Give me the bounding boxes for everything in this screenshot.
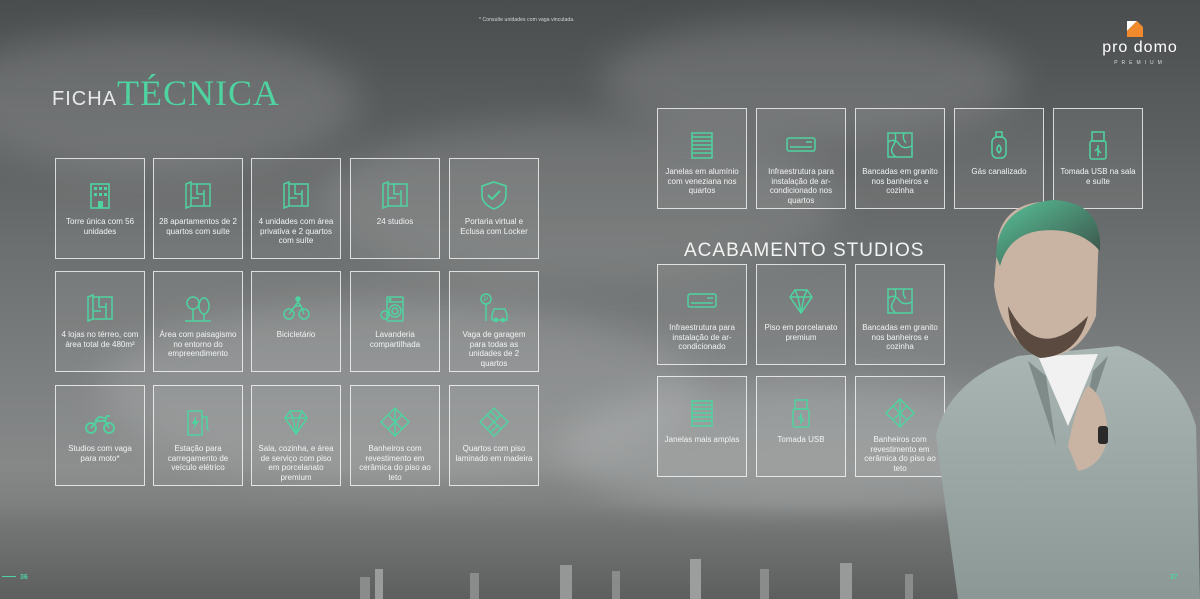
acabamento-card: Janelas em alumínio com veneziana nos qu…: [657, 108, 747, 209]
ev-charger-icon: [180, 404, 216, 440]
wood-floor-icon: [476, 404, 512, 440]
ficha-label: 4 lojas no térreo, com área total de 480…: [61, 330, 139, 349]
svg-text:P: P: [484, 297, 489, 304]
studio-card: Janelas mais amplas: [657, 376, 747, 477]
usb-icon: [1080, 127, 1116, 163]
ficha-card: Studios com vaga para moto*: [55, 385, 145, 486]
ficha-card: Portaria virtual e Eclusa com Locker: [449, 158, 539, 259]
studio-card: Piso em porcelanato premium: [756, 264, 846, 365]
acabamento-label: Infraestrutura para instalação de ar-con…: [768, 167, 834, 205]
ficha-card: 4 lojas no térreo, com área total de 480…: [55, 271, 145, 372]
acabamento-card: Gás canalizado: [954, 108, 1044, 209]
ficha-card: Área com paisagismo no entorno do empree…: [153, 271, 243, 372]
ficha-label: Bicicletário: [276, 330, 316, 339]
ficha-label: Área com paisagismo no entorno do empree…: [159, 330, 237, 358]
shield-check-icon: [476, 177, 512, 213]
wall-tiles-icon: [882, 395, 918, 431]
brand-logo: pro domo PREMIUM: [1092, 18, 1188, 70]
page-title: FICHATÉCNICA: [52, 72, 280, 114]
brand-tagline: PREMIUM: [1114, 60, 1166, 66]
studio-label: Tomada USB: [777, 435, 825, 444]
acabamento-label: Tomada USB na sala e suíte: [1060, 167, 1136, 186]
granite-icon: [882, 127, 918, 163]
cyclist-icon: [278, 290, 314, 326]
ficha-card: Torre única com 56 unidades: [55, 158, 145, 259]
floor-plan-icon: [278, 177, 314, 213]
building-icon: [82, 177, 118, 213]
floor-plan-icon: [377, 177, 413, 213]
section-title-studios: ACABAMENTO STUDIOS: [684, 240, 925, 261]
diamond-icon: [278, 404, 314, 440]
gas-cylinder-icon: [981, 127, 1017, 163]
studio-label: Piso em porcelanato premium: [764, 323, 838, 342]
page-line-left: [2, 576, 16, 577]
logo-mark-icon: [1127, 21, 1143, 37]
ficha-label: Estação para carregamento de veículo elé…: [167, 444, 229, 472]
ficha-card: Lavanderia compartilhada: [350, 271, 440, 372]
window-blinds-icon: [684, 127, 720, 163]
granite-icon: [882, 283, 918, 319]
parking-car-icon: P: [476, 290, 512, 326]
studio-card: Infraestrutura para instalação de ar-con…: [657, 264, 747, 365]
window-blinds-icon: [684, 395, 720, 431]
ficha-card: 24 studios: [350, 158, 440, 259]
brand-name: pro domo: [1102, 39, 1178, 56]
usb-icon: [783, 395, 819, 431]
ficha-label: Portaria virtual e Eclusa com Locker: [460, 217, 528, 236]
floor-plan-icon: [82, 290, 118, 326]
ficha-label: 28 apartamentos de 2 quartos com suíte: [159, 217, 237, 236]
ficha-card: Banheiros com revestimento em cerâmica d…: [350, 385, 440, 486]
ficha-card: Sala, cozinha, e área de serviço com pis…: [251, 385, 341, 486]
wall-tiles-icon: [377, 404, 413, 440]
ficha-card: 4 unidades com área privativa e 2 quarto…: [251, 158, 341, 259]
studio-label: Janelas mais amplas: [664, 435, 740, 444]
ficha-label: 4 unidades com área privativa e 2 quarto…: [258, 217, 334, 245]
ficha-label: Torre única com 56 unidades: [65, 217, 135, 236]
ficha-card: 28 apartamentos de 2 quartos com suíte: [153, 158, 243, 259]
ficha-card: Estação para carregamento de veículo elé…: [153, 385, 243, 486]
title-part-1: FICHA: [52, 88, 117, 110]
diamond-icon: [783, 283, 819, 319]
ficha-card: Quartos com piso laminado em madeira: [449, 385, 539, 486]
acabamento-card: Infraestrutura para instalação de ar-con…: [756, 108, 846, 209]
ficha-card: Bicicletário: [251, 271, 341, 372]
motorcycle-icon: [82, 404, 118, 440]
studio-card: Tomada USB: [756, 376, 846, 477]
page-number-right: 37: [1170, 574, 1178, 581]
trees-icon: [180, 290, 216, 326]
ficha-label: Studios com vaga para moto*: [68, 444, 132, 463]
ficha-label: Quartos com piso laminado em madeira: [455, 444, 533, 463]
studio-label: Infraestrutura para instalação de ar-con…: [669, 323, 735, 351]
ficha-card: P Vaga de garagem para todas as unidades …: [449, 271, 539, 372]
ficha-label: Lavanderia compartilhada: [369, 330, 421, 349]
acabamento-card: Bancadas em granito nos banheiros e cozi…: [855, 108, 945, 209]
ficha-label: 24 studios: [376, 217, 414, 226]
footnote: * Consulte unidades com vaga vinculada.: [479, 17, 575, 23]
washing-machine-icon: [377, 290, 413, 326]
page-number-left: 36: [20, 574, 28, 581]
ficha-label: Banheiros com revestimento em cerâmica d…: [359, 444, 431, 482]
acabamento-label: Janelas em alumínio com veneziana nos qu…: [665, 167, 739, 195]
acabamento-label: Bancadas em granito nos banheiros e cozi…: [862, 167, 938, 195]
acabamento-card: Tomada USB na sala e suíte: [1053, 108, 1143, 209]
ficha-label: Vaga de garagem para todas as unidades d…: [462, 330, 526, 368]
air-conditioner-icon: [783, 127, 819, 163]
floor-plan-icon: [180, 177, 216, 213]
acabamento-label: Gás canalizado: [971, 167, 1027, 176]
title-part-2: TÉCNICA: [117, 73, 280, 113]
man-photo: [936, 200, 1200, 599]
air-conditioner-icon: [684, 283, 720, 319]
ficha-label: Sala, cozinha, e área de serviço com pis…: [258, 444, 334, 482]
